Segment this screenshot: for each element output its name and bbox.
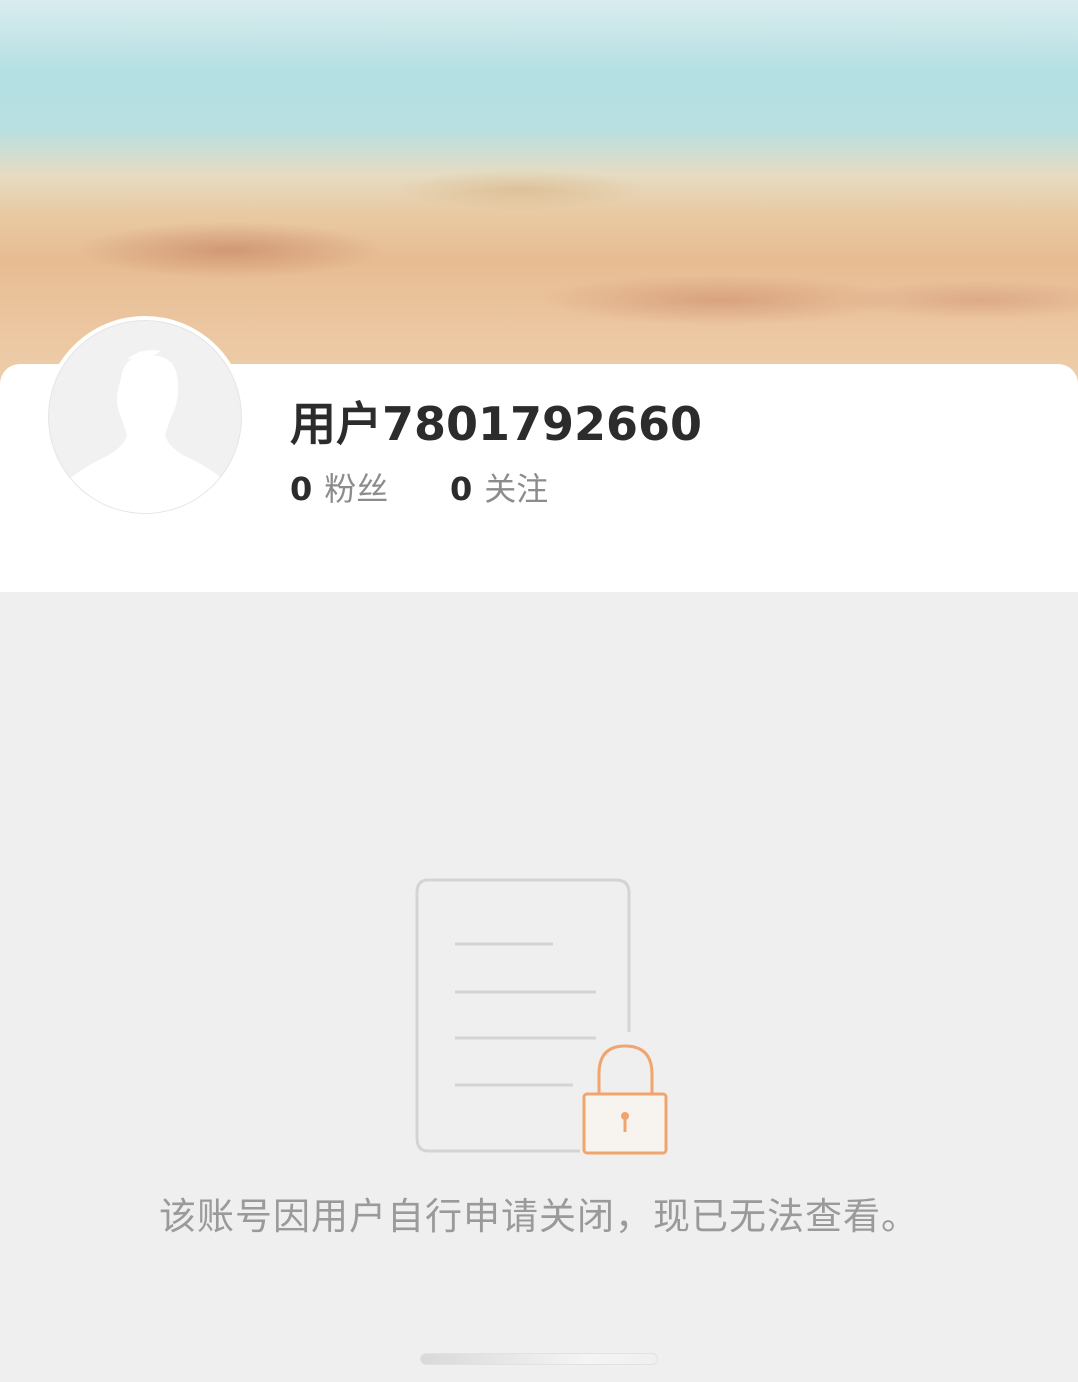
account-closed-message: 该账号因用户自行申请关闭，现已无法查看。 bbox=[159, 1195, 919, 1238]
avatar[interactable] bbox=[44, 316, 246, 518]
fans-count: 0 bbox=[290, 470, 313, 508]
locked-document-icon bbox=[410, 872, 680, 1162]
username: 用户7801792660 bbox=[290, 397, 703, 451]
cover-sky-haze bbox=[0, 0, 1078, 140]
following-label: 关注 bbox=[484, 470, 549, 508]
default-avatar-icon bbox=[48, 320, 242, 514]
fans-label: 粉丝 bbox=[324, 470, 389, 508]
following-stat[interactable]: 0 关注 bbox=[450, 464, 548, 510]
loading-indicator bbox=[420, 1353, 658, 1365]
fans-stat[interactable]: 0 粉丝 bbox=[290, 464, 388, 510]
following-count: 0 bbox=[450, 470, 473, 508]
